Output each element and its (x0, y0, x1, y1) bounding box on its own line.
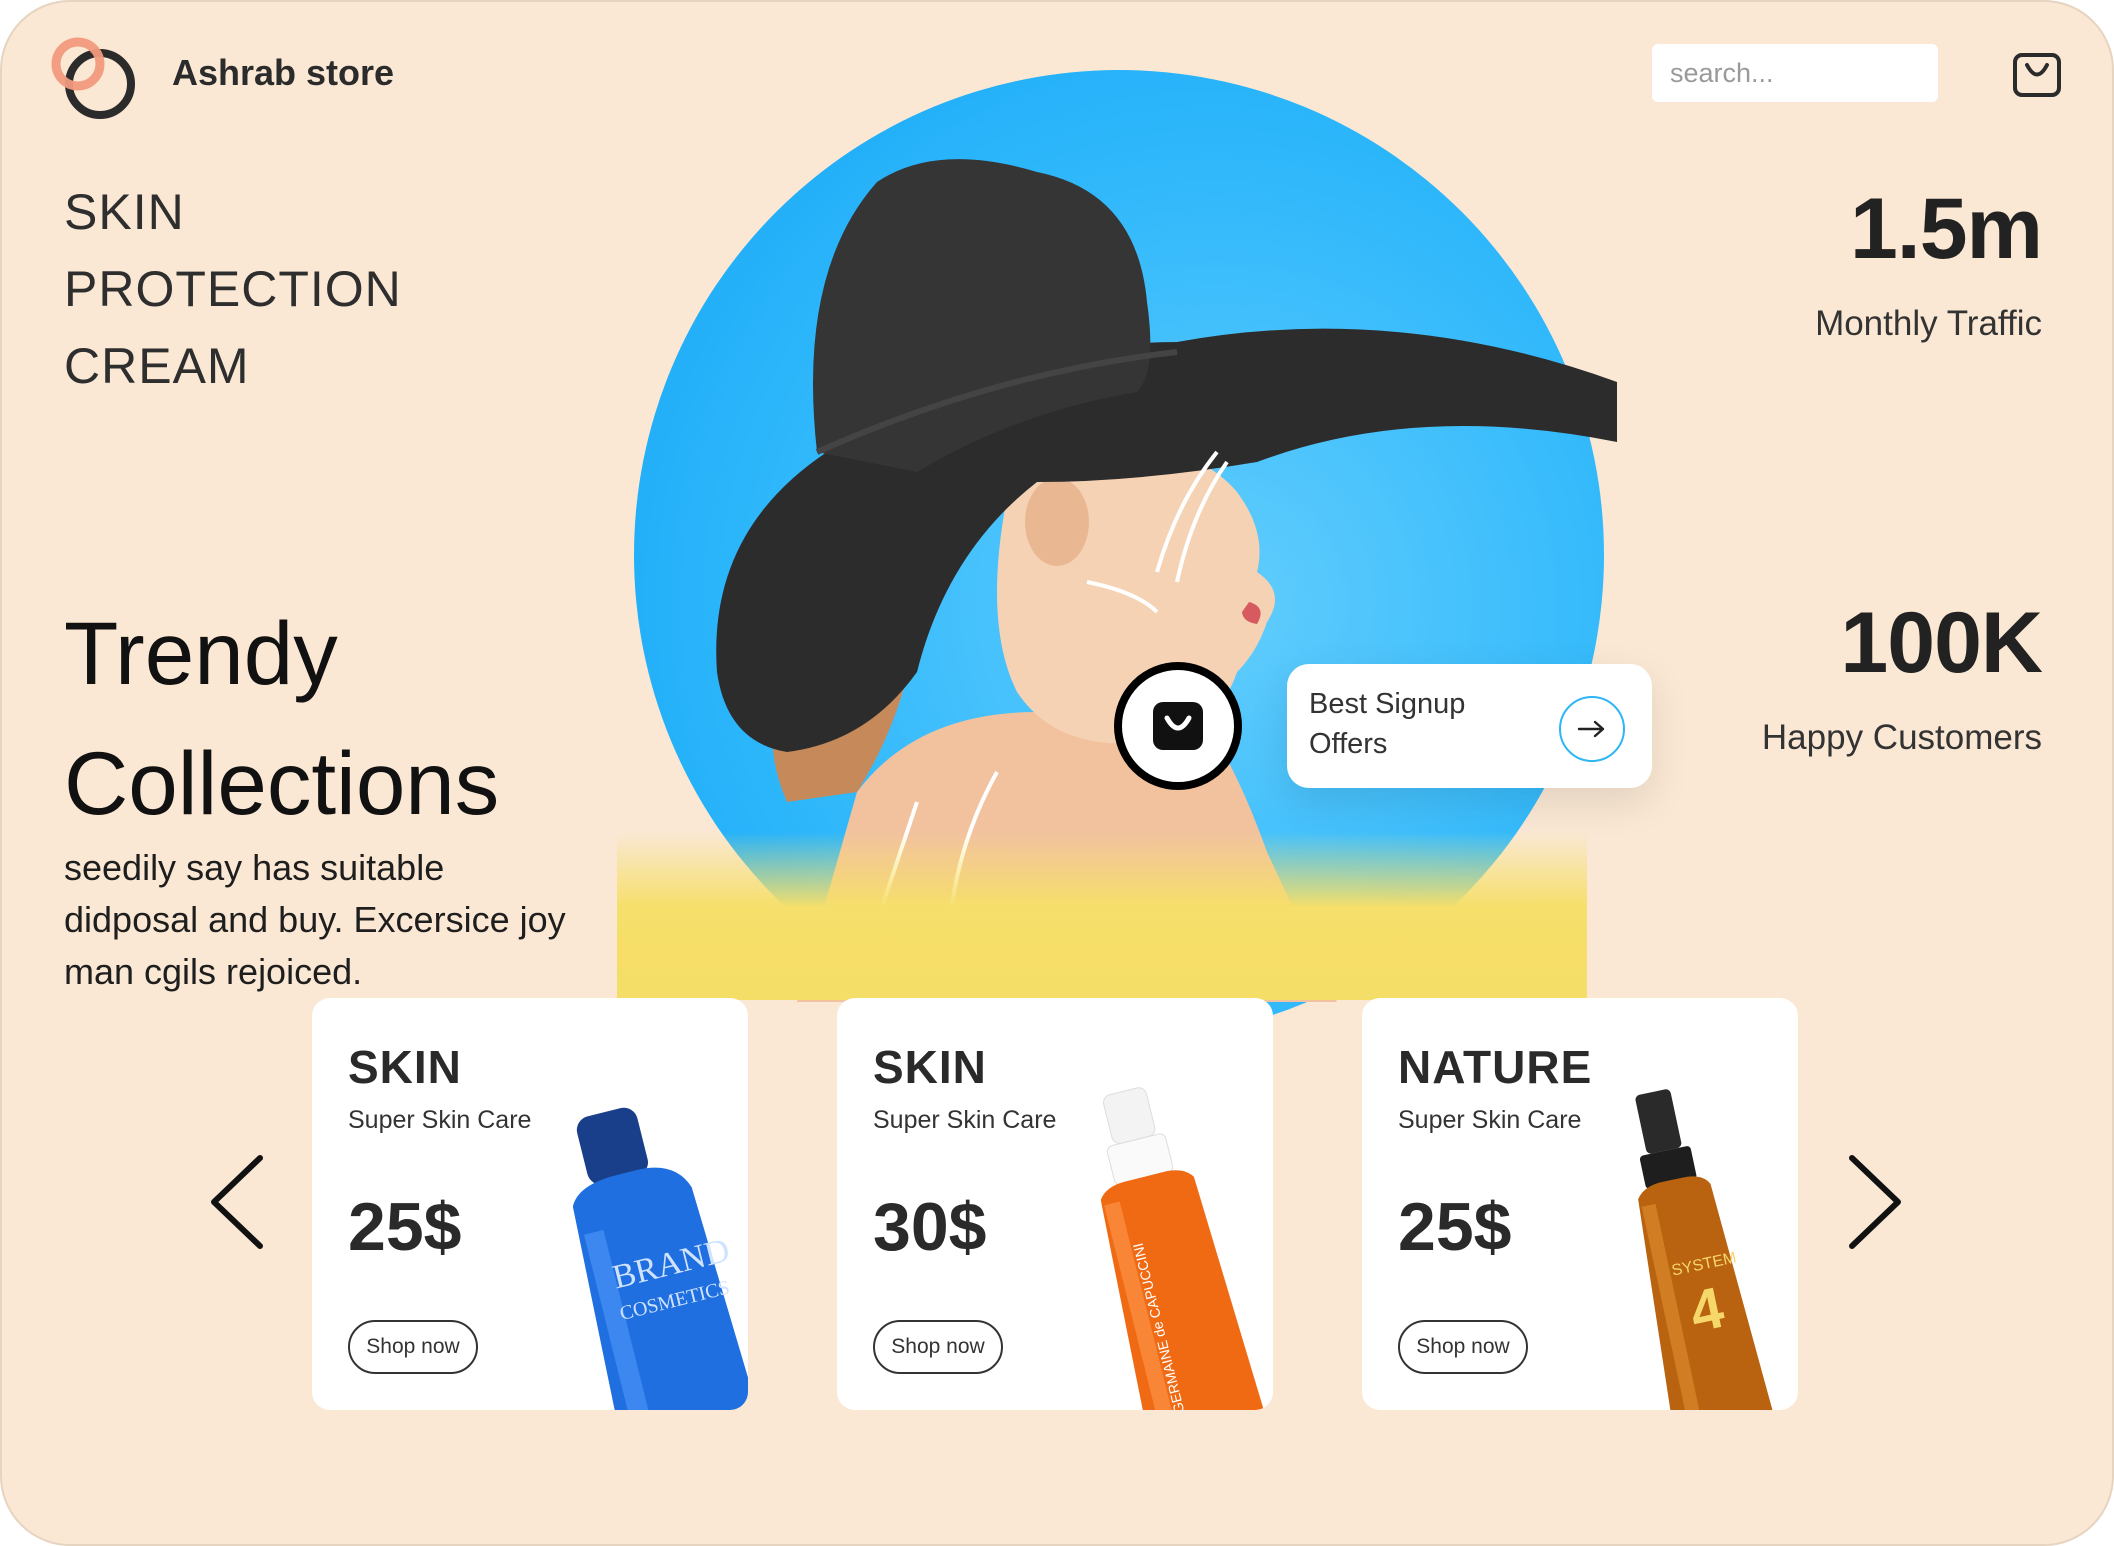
hero-description: seedily say has suitable didposal and bu… (64, 847, 566, 992)
bag-badge-button[interactable] (1114, 662, 1242, 790)
tagline-line: SKIN (64, 184, 185, 240)
offer-arrow-button[interactable] (1559, 696, 1625, 762)
product-subtitle: Super Skin Care (1398, 1106, 1582, 1134)
product-price: 25$ (348, 1189, 462, 1265)
tagline-line: CREAM (64, 338, 250, 394)
product-title: SKIN (348, 1041, 462, 1093)
signup-offer-card[interactable]: Best Signup Offers (1287, 664, 1652, 788)
carousel-prev-button[interactable] (202, 1152, 272, 1252)
tagline-line: PROTECTION (64, 261, 402, 317)
product-card[interactable]: NATURE Super Skin Care 25$ Shop now SYST… (1362, 998, 1798, 1410)
blue-bottle-image: BRAND COSMETICS (572, 1107, 748, 1410)
brand-name[interactable]: Ashrab store (172, 52, 394, 94)
carousel-next-button[interactable] (1840, 1152, 1910, 1252)
shop-now-button[interactable]: Shop now (348, 1320, 478, 1374)
product-price: 25$ (1398, 1189, 1512, 1265)
product-subtitle: Super Skin Care (348, 1106, 532, 1134)
shop-now-button[interactable]: Shop now (1398, 1320, 1528, 1374)
product-subtitle: Super Skin Care (873, 1106, 1057, 1134)
stat-customers-label: Happy Customers (1761, 718, 2042, 757)
product-price: 30$ (873, 1189, 987, 1265)
stat-traffic-label: Monthly Traffic (1815, 304, 2042, 343)
stat-traffic-value: 1.5m (1849, 181, 2043, 277)
search-input[interactable] (1652, 44, 1938, 102)
orange-bottle-image: GERMAINE de CAPUCCINI (1100, 1087, 1268, 1410)
hero-headline: Trendy Collections (64, 588, 499, 848)
shop-now-button[interactable]: Shop now (873, 1320, 1003, 1374)
hero-yellow-band (617, 832, 1587, 1000)
headline-line: Collections (64, 733, 500, 833)
product-card[interactable]: SKIN Super Skin Care 30$ Shop now GERMAI… (837, 998, 1273, 1410)
product-title: SKIN (873, 1041, 987, 1093)
product-card[interactable]: SKIN Super Skin Care 25$ Shop now BRAND … (312, 998, 748, 1410)
shopping-bag-icon (1153, 702, 1203, 750)
shopping-bag-icon[interactable] (2012, 50, 2062, 100)
amber-bottle-image: SYSTEM 4 (1635, 1089, 1775, 1410)
stat-customers-value: 100K (1840, 595, 2043, 691)
product-title: NATURE (1398, 1041, 1593, 1093)
hero-tagline: SKIN PROTECTION CREAM (64, 174, 402, 405)
headline-line: Trendy (64, 603, 338, 703)
offer-text: Best Signup Offers (1309, 688, 1466, 760)
arrow-right-icon (1577, 720, 1605, 738)
brand-logo-icon (51, 37, 135, 119)
landing-page: Ashrab store SKIN PROTECTION CREAM Trend… (0, 0, 2114, 1546)
